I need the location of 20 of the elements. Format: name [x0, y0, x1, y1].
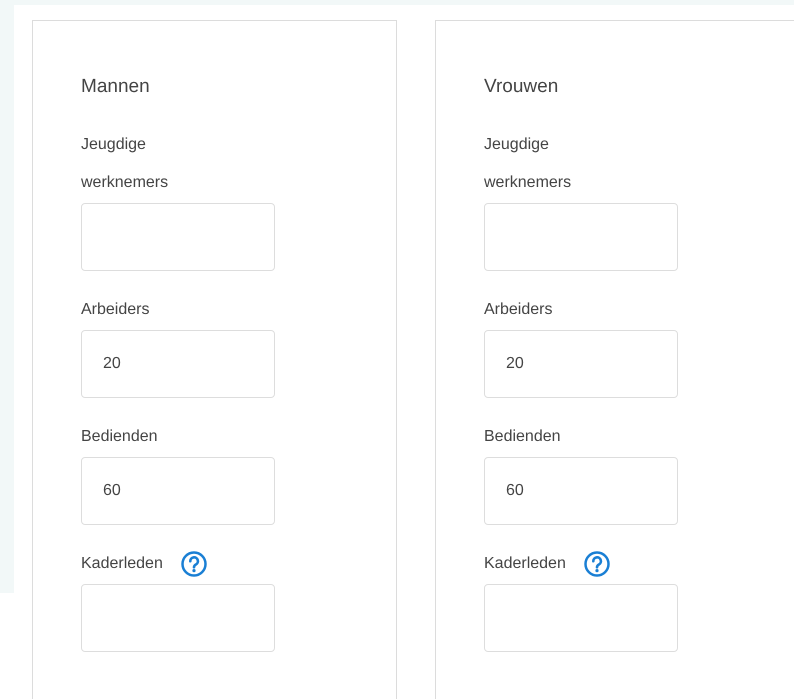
input-field[interactable] [81, 584, 275, 652]
field-label: Jeugdige werknemers [484, 135, 572, 193]
column-title: Mannen [81, 75, 150, 99]
input-field[interactable]: 20 [81, 330, 275, 398]
help-icon[interactable] [180, 551, 207, 577]
field-label: Arbeiders [484, 300, 552, 320]
field-label: Bedienden [484, 427, 561, 447]
input-field[interactable]: 60 [81, 457, 275, 525]
input-field[interactable]: 60 [484, 457, 678, 525]
field-label: Kaderleden [81, 554, 163, 574]
input-field[interactable] [81, 203, 275, 271]
input-field[interactable]: 20 [484, 330, 678, 398]
field-label: Kaderleden [484, 554, 566, 574]
field-label: Bedienden [81, 427, 158, 447]
field-label: Arbeiders [81, 300, 150, 320]
help-icon[interactable] [584, 551, 610, 577]
input-field[interactable] [484, 584, 678, 652]
column-title: Vrouwen [484, 75, 558, 99]
field-label: Jeugdige werknemers [81, 135, 170, 193]
input-field[interactable] [484, 203, 678, 271]
